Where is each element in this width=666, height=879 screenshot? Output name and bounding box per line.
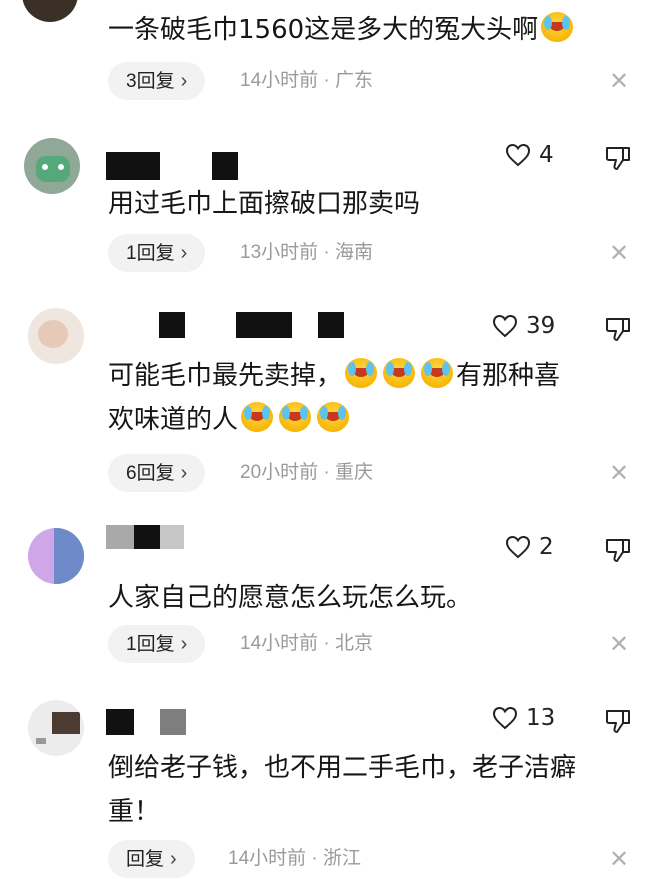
like-button[interactable]: 13 [492,705,555,731]
thumbs-down-outline-icon [605,710,630,733]
dislike-button[interactable] [604,536,632,568]
comment-text: 倒给老子钱，也不用二手毛巾，老子洁癖 [108,753,577,783]
close-icon[interactable]: ✕ [609,454,629,492]
close-icon[interactable]: ✕ [609,840,629,878]
chevron-right-icon: › [180,633,188,655]
heart-outline-icon [505,535,531,559]
thumbs-down-outline-icon [605,539,630,562]
username-redacted [160,525,184,549]
like-button[interactable]: 4 [505,142,554,168]
like-count: 2 [539,534,554,560]
avatar[interactable] [28,528,84,584]
avatar[interactable] [22,0,78,22]
comment-text: 人家自己的愿意怎么玩怎么玩。 [108,583,473,613]
laughing-emoji-icon [541,12,574,42]
laughing-emoji-icon [345,358,378,388]
comment-meta: 14小时前 · 北京 [240,633,374,654]
comment-meta: 14小时前 · 浙江 [228,848,362,869]
reply-button[interactable]: 1回复 › [108,234,206,272]
reply-button[interactable]: 回复 › [108,840,195,878]
laughing-emoji-icon [383,358,416,388]
chevron-right-icon: › [180,70,188,92]
laughing-emoji-icon [317,402,350,432]
comment-meta: 14小时前 · 广东 [240,70,374,91]
avatar[interactable] [28,700,84,756]
username-redacted [236,312,292,338]
close-icon[interactable]: ✕ [609,625,629,663]
avatar[interactable] [24,138,80,194]
reply-button[interactable]: 3回复 › [108,62,206,100]
chevron-right-icon: › [180,242,188,264]
comment-text-line: 欢味道的人 [108,398,352,442]
username-redacted [134,525,160,549]
heart-outline-icon [505,143,531,167]
dislike-button[interactable] [604,144,632,176]
username-redacted [106,709,134,735]
username-redacted [160,709,186,735]
username-redacted [318,312,344,338]
comment-meta: 20小时前 · 重庆 [240,462,374,483]
like-count: 13 [526,705,556,731]
like-count: 4 [539,142,554,168]
comment-text: 用过毛巾上面擦破口那卖吗 [108,189,421,219]
thumbs-down-outline-icon [605,147,630,170]
comment-text: 一条破毛巾1560这是多大的冤大头啊 [108,8,576,52]
heart-outline-icon [492,314,518,338]
like-count: 39 [526,313,556,339]
comment-text-line: 重！ [108,797,161,827]
username-redacted [106,525,134,549]
dislike-button[interactable] [604,315,632,347]
laughing-emoji-icon [279,402,312,432]
thumbs-down-outline-icon [605,318,630,341]
laughing-emoji-icon [421,358,454,388]
laughing-emoji-icon [241,402,274,432]
username-redacted [159,312,185,338]
reply-button[interactable]: 1回复 › [108,625,206,663]
close-icon[interactable]: ✕ [609,234,629,272]
avatar[interactable] [28,308,84,364]
heart-outline-icon [492,706,518,730]
like-button[interactable]: 39 [492,313,555,339]
chevron-right-icon: › [180,462,188,484]
comment-meta: 13小时前 · 海南 [240,242,374,263]
like-button[interactable]: 2 [505,534,554,560]
username-redacted [106,152,160,180]
comment-text: 可能毛巾最先卖掉， 有那种喜 [108,354,560,398]
dislike-button[interactable] [604,707,632,739]
username-redacted [212,152,238,180]
close-icon[interactable]: ✕ [609,62,629,100]
reply-button[interactable]: 6回复 › [108,454,206,492]
